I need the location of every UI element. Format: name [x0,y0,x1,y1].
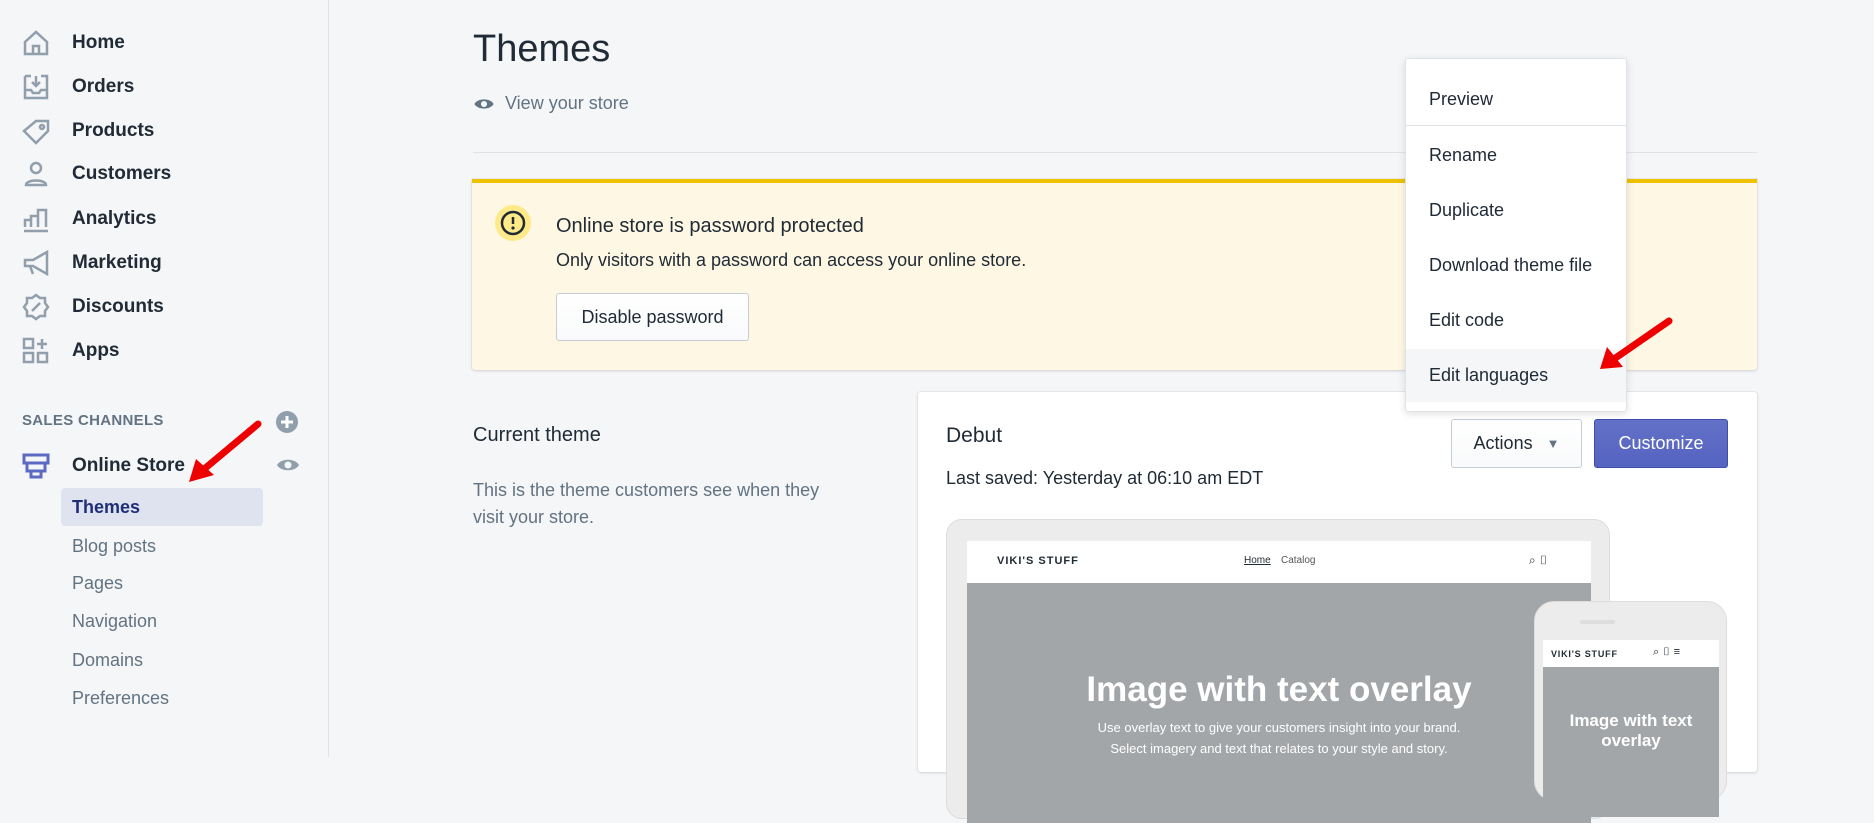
sub-nav-domains[interactable]: Domains [61,641,263,679]
mobile-hero-title: Image with text overlay [1543,667,1719,817]
menu-item-rename[interactable]: Rename [1406,130,1626,180]
mobile-menu-icons: ⌕ ▯ ≡ [1653,646,1681,658]
menu-item-edit-code[interactable]: Edit code [1406,295,1626,345]
home-icon [23,30,49,56]
sub-nav-pages[interactable]: Pages [61,564,263,602]
bar-chart-icon [23,208,48,233]
nav-label: Discounts [72,296,164,317]
current-theme-description: This is the theme customers see when the… [473,480,820,527]
preview-hero-sub1: Use overlay text to give your customers … [1097,720,1461,735]
page-title: Themes [473,28,611,70]
theme-name: Debut [946,424,1003,447]
nav-online-store[interactable]: Online Store [0,446,300,486]
nav-label: Orders [72,76,135,97]
actions-label: Actions [1473,433,1533,453]
sub-nav-navigation[interactable]: Navigation [61,602,263,640]
mobile-preview[interactable]: VIKI'S STUFF ⌕ ▯ ≡ Image with text overl… [1534,601,1727,817]
menu-item-duplicate[interactable]: Duplicate [1406,185,1626,235]
nav-analytics[interactable]: Analytics [0,199,300,239]
eye-icon [474,98,494,109]
nav-products[interactable]: Products [0,111,300,151]
person-icon [24,161,48,187]
discount-icon [22,293,50,321]
actions-dropdown-menu: Preview Rename Duplicate Download theme … [1405,58,1627,412]
add-channel-icon[interactable] [276,411,298,433]
view-store-eye-icon[interactable] [276,457,300,473]
mobile-store-name: VIKI'S STUFF [1551,649,1618,659]
nav-label: Analytics [72,208,157,229]
warning-icon [495,205,531,241]
nav-label: Marketing [72,252,162,273]
sub-nav-preferences[interactable]: Preferences [61,679,263,717]
phone-screen: VIKI'S STUFF ⌕ ▯ ≡ Image with text overl… [1543,640,1719,817]
store-icon [22,453,50,479]
caret-down-icon: ▼ [1546,436,1560,451]
desktop-preview[interactable]: VIKI'S STUFF Home Catalog ⌕ ▯ Image with… [946,519,1610,823]
preview-search-cart-icons: ⌕ ▯ [1529,553,1549,567]
actions-button[interactable]: Actions ▼ [1451,419,1582,468]
megaphone-icon [23,249,49,277]
sub-nav-themes[interactable]: Themes [61,488,263,526]
nav-label: Customers [72,163,172,184]
disable-password-button[interactable]: Disable password [556,293,749,341]
menu-item-download-theme-file[interactable]: Download theme file [1406,240,1626,290]
nav-home[interactable]: Home [0,23,300,63]
menu-item-edit-languages[interactable]: Edit languages [1406,349,1626,402]
banner-title: Online store is password protected [556,215,864,237]
preview-store-name: VIKI'S STUFF [997,555,1079,567]
preview-hero-sub2: Select imagery and text that relates to … [1110,741,1448,756]
sidebar: Home Orders Products Customers Analytics… [0,0,329,757]
current-theme-heading: Current theme [473,424,601,446]
customize-button[interactable]: Customize [1594,419,1728,468]
orders-icon [23,74,49,100]
preview-nav-home: Home [1244,555,1271,566]
preview-hero: Image with text overlay Use overlay text… [967,583,1591,823]
nav-apps[interactable]: Apps [0,331,300,371]
menu-item-preview[interactable]: Preview [1406,74,1626,124]
nav-label: Apps [72,340,120,361]
nav-label: Products [72,120,155,141]
apps-icon [22,337,49,364]
last-saved: Last saved: Yesterday at 06:10 am EDT [946,468,1264,488]
menu-divider [1406,125,1626,126]
tag-icon [22,119,50,145]
nav-orders[interactable]: Orders [0,67,300,107]
phone-speaker [1580,620,1615,624]
theme-card: Debut Last saved: Yesterday at 06:10 am … [918,392,1757,823]
nav-label: Home [72,32,125,53]
nav-label: Online Store [72,455,185,476]
nav-discounts[interactable]: Discounts [0,287,300,327]
nav-customers[interactable]: Customers [0,154,300,194]
banner-text: Only visitors with a password can access… [556,250,1027,270]
sub-nav-blog-posts[interactable]: Blog posts [61,527,263,565]
view-store-label: View your store [505,93,629,113]
nav-marketing[interactable]: Marketing [0,243,300,283]
preview-hero-title: Image with text overlay [1086,670,1472,709]
sales-channels-heading: SALES CHANNELS [22,412,164,429]
preview-nav-catalog: Catalog [1281,555,1316,566]
view-store-link[interactable]: View your store [473,93,629,114]
